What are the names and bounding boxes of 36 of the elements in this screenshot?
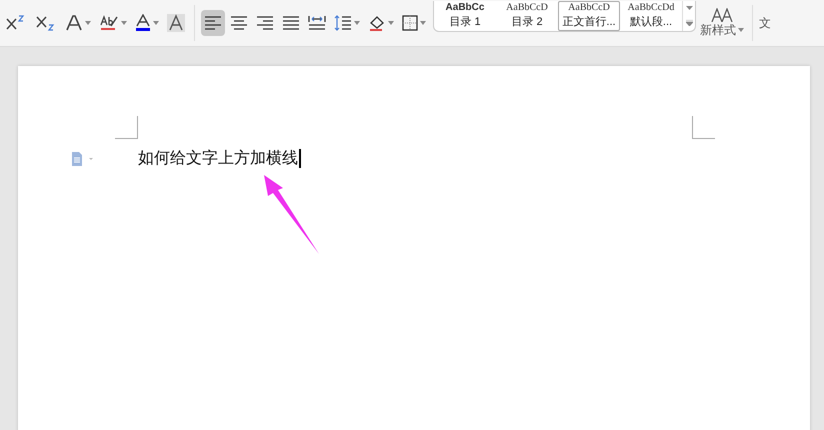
caret-icon — [153, 21, 159, 25]
style-option[interactable]: AaBbCc 目录 1 — [434, 0, 496, 30]
line-spacing-icon — [334, 15, 352, 31]
font-color-icon — [135, 14, 151, 32]
outlined-letter-icon — [65, 14, 83, 32]
distribute-icon — [308, 15, 326, 31]
style-option[interactable]: AaBbCcD 目录 2 — [496, 0, 558, 30]
caret-icon — [354, 21, 360, 25]
justify-icon — [282, 15, 300, 31]
caret-icon — [121, 21, 127, 25]
margin-corner-mark — [115, 116, 138, 139]
align-left-icon — [204, 15, 222, 31]
caret-icon — [686, 6, 692, 10]
document-text: 如何给文字上方加横线 — [138, 148, 298, 169]
paint-bucket-icon — [368, 15, 386, 31]
new-style-label: 新样式 — [700, 22, 736, 38]
align-center-icon — [230, 15, 248, 31]
caret-icon — [85, 21, 91, 25]
align-left-button[interactable] — [201, 10, 225, 36]
align-right-icon — [256, 15, 274, 31]
margin-corner-mark — [692, 116, 715, 139]
highlighter-icon — [99, 14, 119, 32]
style-letters-icon — [711, 8, 733, 22]
new-style-button[interactable]: 新样式 — [698, 8, 746, 38]
gallery-scroll[interactable] — [682, 0, 695, 30]
subscript-icon — [35, 14, 57, 32]
caret-icon — [388, 21, 394, 25]
caret-icon — [738, 28, 744, 32]
toolbar-label[interactable]: 文 — [759, 14, 771, 32]
style-option[interactable]: AaBbCcD 正文首行... — [558, 0, 620, 30]
superscript-icon — [5, 14, 27, 32]
style-option[interactable]: AaBbCcDd 默认段... — [620, 0, 682, 30]
shaded-letter-icon — [167, 14, 185, 32]
caret-icon — [420, 21, 426, 25]
more-icon — [686, 20, 692, 26]
borders-icon — [402, 15, 418, 31]
